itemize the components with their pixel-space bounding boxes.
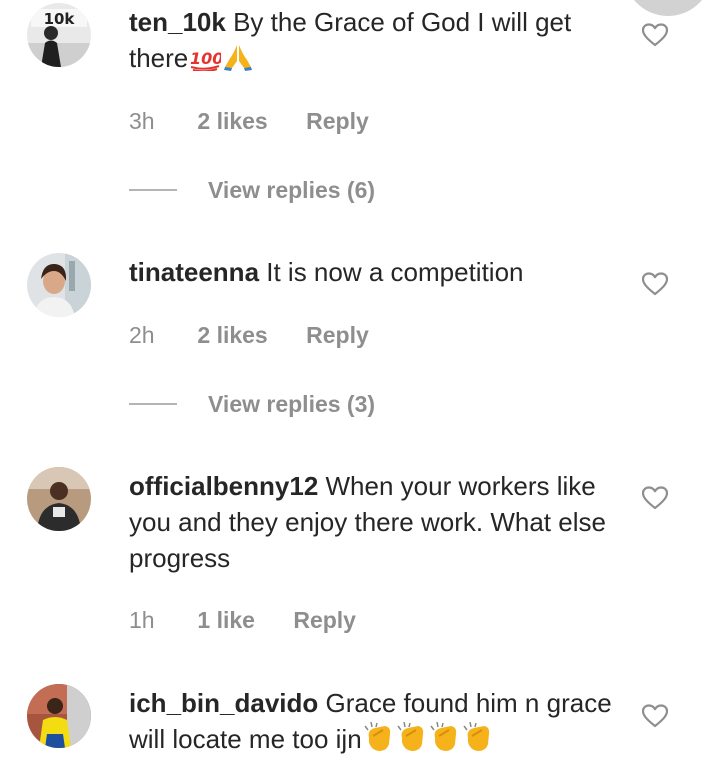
- comment-meta: 2h 2 likes Reply: [129, 322, 369, 349]
- comment-meta: 3h 2 likes Reply: [129, 108, 369, 135]
- reply-button[interactable]: Reply: [306, 108, 369, 135]
- view-replies-label: View replies (3): [208, 391, 376, 417]
- comment-body: tinateenna It is now a competition: [129, 254, 619, 290]
- folded-hands-icon: [222, 43, 254, 80]
- comment-username[interactable]: ich_bin_davido: [129, 688, 318, 718]
- comment-body: officialbenny12 When your workers like y…: [129, 468, 619, 576]
- comment-timestamp: 3h: [129, 108, 155, 134]
- reply-button[interactable]: Reply: [293, 607, 356, 634]
- like-heart-icon[interactable]: [642, 23, 668, 47]
- avatar[interactable]: 10k: [27, 3, 91, 67]
- comment-meta: 1h 1 like Reply: [129, 607, 356, 634]
- comment-body: ten_10k By the Grace of God I will get t…: [129, 4, 619, 80]
- view-replies-button[interactable]: View replies (3): [129, 391, 375, 418]
- avatar[interactable]: [27, 467, 91, 531]
- avatar[interactable]: [27, 253, 91, 317]
- comment-username[interactable]: ten_10k: [129, 7, 226, 37]
- clapping-hands-icon: [462, 721, 494, 761]
- svg-text:10k: 10k: [44, 10, 76, 28]
- replies-divider: [129, 188, 177, 191]
- comment-likes[interactable]: 2 likes: [197, 108, 267, 135]
- reply-button[interactable]: Reply: [306, 322, 369, 349]
- replies-divider: [129, 402, 177, 405]
- view-replies-button[interactable]: View replies (6): [129, 177, 375, 204]
- comment-body: ich_bin_davido Grace found him n grace w…: [129, 685, 619, 761]
- comment-likes[interactable]: 2 likes: [197, 322, 267, 349]
- comment-timestamp: 2h: [129, 322, 155, 348]
- clapping-hands-icon: [363, 721, 395, 761]
- comment-username[interactable]: officialbenny12: [129, 471, 318, 501]
- comment-likes[interactable]: 1 like: [197, 607, 255, 634]
- comment-text: It is now a competition: [266, 257, 524, 287]
- like-heart-icon[interactable]: [642, 704, 668, 728]
- hundred-points-icon: 100: [189, 44, 224, 80]
- avatar[interactable]: [27, 684, 91, 748]
- comment-username[interactable]: tinateenna: [129, 257, 259, 287]
- clapping-hands-icon: [396, 721, 428, 761]
- like-heart-icon[interactable]: [642, 486, 668, 510]
- svg-text:100: 100: [190, 49, 221, 68]
- partial-avatar-circle: [624, 0, 710, 16]
- view-replies-label: View replies (6): [208, 177, 376, 203]
- comment-timestamp: 1h: [129, 607, 155, 633]
- like-heart-icon[interactable]: [642, 272, 668, 296]
- clapping-hands-icon: [429, 721, 461, 761]
